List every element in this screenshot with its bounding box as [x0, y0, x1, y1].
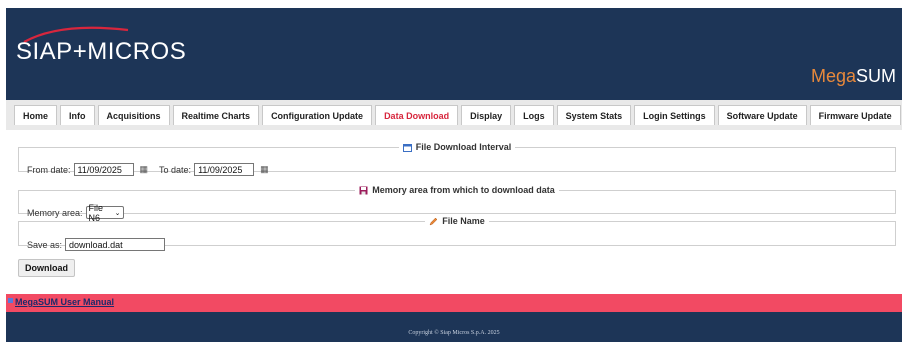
- tab-login-settings[interactable]: Login Settings: [634, 105, 715, 125]
- tab-configuration-update[interactable]: Configuration Update: [262, 105, 373, 125]
- section-legend: File Name: [425, 216, 489, 226]
- bullet-icon: [8, 297, 13, 303]
- tab-data-download[interactable]: Data Download: [375, 105, 459, 125]
- save-as-input[interactable]: download.dat: [65, 238, 166, 251]
- download-button[interactable]: Download: [18, 259, 75, 277]
- tab-info[interactable]: Info: [60, 105, 95, 125]
- to-date-label: To date:: [159, 164, 192, 175]
- tab-display[interactable]: Display: [461, 105, 512, 125]
- file-download-interval-section: File Download Interval From date: 11/09/…: [18, 142, 896, 176]
- section-legend: File Download Interval: [399, 142, 516, 152]
- to-date-picker-icon[interactable]: ▦: [260, 164, 269, 175]
- interval-legend: File Download Interval: [415, 142, 512, 152]
- page-footer: Copyright © Siap Micros S.p.A. 2025: [6, 312, 902, 342]
- memory-area-section: Memory area from which to download data …: [18, 185, 896, 223]
- user-manual-link[interactable]: MegaSUM User Manual: [8, 297, 114, 307]
- filename-row: Save as: download.dat: [27, 238, 166, 251]
- tab-logs[interactable]: Logs: [514, 105, 554, 125]
- tab-software-update[interactable]: Software Update: [717, 105, 807, 125]
- tab-realtime-charts[interactable]: Realtime Charts: [172, 105, 260, 125]
- filename-legend: File Name: [442, 216, 485, 226]
- brand-sum: SUM: [856, 66, 896, 86]
- tab-acquisitions[interactable]: Acquisitions: [97, 105, 170, 125]
- megasum-brand: MegaSUM: [811, 66, 896, 87]
- from-date-input[interactable]: 11/09/2025: [73, 163, 134, 176]
- user-manual-label: MegaSUM User Manual: [15, 297, 115, 307]
- section-legend: Memory area from which to download data: [355, 185, 559, 195]
- to-date-input[interactable]: 11/09/2025: [194, 163, 255, 176]
- siap-micros-logo: SIAP+MICROS: [16, 24, 216, 74]
- date-row: From date: 11/09/2025 ▦ To date: 11/09/2…: [27, 163, 277, 176]
- copyright-text: Copyright © Siap Micros S.p.A. 2025: [408, 330, 500, 336]
- tab-system-stats[interactable]: System Stats: [556, 105, 632, 125]
- floppy-disk-icon: [359, 186, 368, 194]
- memory-legend: Memory area from which to download data: [372, 185, 555, 195]
- from-date-picker-icon[interactable]: ▦: [140, 164, 149, 175]
- from-date-label: From date:: [27, 164, 71, 175]
- logo-text: SIAP+MICROS: [16, 38, 187, 65]
- pencil-icon: [429, 217, 438, 225]
- brand-mega: Mega: [810, 66, 856, 86]
- calendar-icon: [402, 143, 412, 152]
- manual-bar: MegaSUM User Manual: [6, 294, 902, 312]
- page-header: SIAP+MICROS MegaSUM: [6, 8, 902, 100]
- save-as-label: Save as:: [27, 239, 63, 250]
- tab-firmware-update[interactable]: Firmware Update: [809, 105, 901, 125]
- tab-list: Home Info Acquisitions Realtime Charts Confi…: [14, 105, 904, 125]
- tab-bar: Home Info Acquisitions Realtime Charts Confi…: [6, 100, 902, 130]
- file-name-section: File Name Save as: download.dat: [18, 216, 896, 251]
- tab-home[interactable]: Home: [14, 105, 58, 125]
